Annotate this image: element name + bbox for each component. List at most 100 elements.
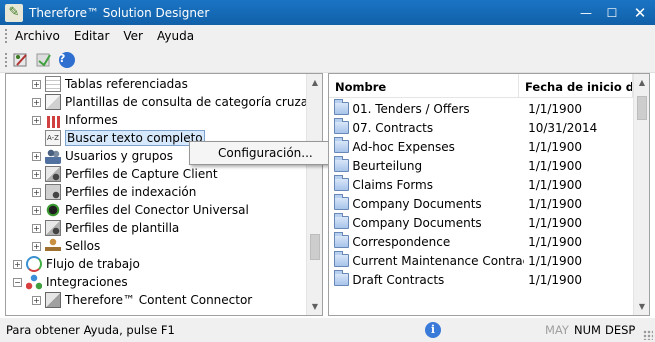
item-name: 07. Contracts [352, 120, 434, 135]
item-name: Claims Forms [352, 177, 433, 192]
list-item[interactable]: Company Documents 1/1/1900 [329, 194, 633, 213]
scroll-thumb[interactable] [310, 234, 320, 260]
expand-icon[interactable]: + [32, 115, 41, 125]
minimize-button[interactable]: — [573, 0, 599, 25]
tree-scrollbar[interactable]: ▲ ▼ [306, 74, 322, 315]
list-item[interactable]: Ad-hoc Expenses 1/1/1900 [329, 137, 633, 156]
expand-icon[interactable]: + [32, 151, 41, 161]
tree-item-label: Integraciones [46, 275, 128, 289]
capture-client-icon [45, 166, 61, 182]
close-button[interactable]: ✕ [625, 0, 655, 25]
list-item[interactable]: 07. Contracts 10/31/2014 [329, 118, 633, 137]
tree-item-flujo-trabajo[interactable]: + Flujo de trabajo [13, 255, 140, 273]
tree-item-label: Perfiles de plantilla [65, 221, 180, 235]
list-item[interactable]: Beurteilung 1/1/1900 [329, 156, 633, 175]
tree-item-label: Flujo de trabajo [46, 257, 140, 271]
expand-icon[interactable]: + [32, 223, 41, 233]
designer-tool-button[interactable] [11, 50, 31, 70]
expand-icon[interactable]: + [32, 295, 41, 305]
deploy-tool-button[interactable] [34, 50, 54, 70]
tree-item-plantillas-consulta[interactable]: + Plantillas de consulta de categoría cr… [32, 93, 306, 111]
tree-item-label: Perfiles de indexación [65, 185, 197, 199]
menu-bar: Archivo Editar Ver Ayuda [0, 25, 655, 47]
tree-item-buscar-texto[interactable]: A-Z Buscar texto completo [32, 129, 205, 147]
scroll-down-icon[interactable]: ▼ [307, 298, 322, 315]
scroll-up-icon[interactable]: ▲ [634, 74, 649, 91]
resize-grip[interactable] [643, 330, 653, 340]
app-logo-icon: ✎ [5, 3, 23, 22]
tree-item-usuarios[interactable]: + Usuarios y grupos [32, 147, 173, 165]
folder-icon [334, 175, 350, 191]
column-header-fecha[interactable]: Fecha de inicio de ín [519, 74, 633, 98]
item-name: Company Documents [352, 215, 482, 230]
maximize-button[interactable]: ☐ [599, 0, 625, 25]
scroll-thumb[interactable] [637, 96, 647, 120]
table-icon [45, 76, 61, 92]
item-name: Current Maintenance Contracts [352, 253, 525, 268]
tree-item-tablas[interactable]: + Tablas referenciadas [32, 75, 188, 93]
tree-item-sellos[interactable]: + Sellos [32, 237, 100, 255]
folder-icon [334, 156, 350, 172]
tree-item-label: Perfiles de Capture Client [65, 167, 218, 181]
expand-icon[interactable]: + [32, 241, 41, 251]
list-item[interactable]: Company Documents 1/1/1900 [329, 213, 633, 232]
folder-icon [334, 213, 350, 229]
list-item[interactable]: Correspondence 1/1/1900 [329, 232, 633, 251]
tree-item-label: Plantillas de consulta de categoría cruz… [65, 95, 306, 109]
list-item[interactable]: Claims Forms 1/1/1900 [329, 175, 633, 194]
list-item[interactable]: 01. Tenders / Offers 1/1/1900 [329, 99, 633, 118]
fulltext-search-icon: A-Z [45, 130, 61, 146]
indexing-icon [45, 184, 61, 200]
tree-item-label: Informes [65, 113, 118, 127]
list-scrollbar[interactable]: ▲ ▼ [633, 74, 649, 315]
designer-icon [13, 53, 27, 66]
template-icon [45, 94, 61, 110]
expand-icon[interactable]: + [32, 187, 41, 197]
window-title: Therefore™ Solution Designer [29, 5, 210, 20]
caps-lock-indicator: MAY [545, 323, 569, 337]
menu-ver[interactable]: Ver [116, 29, 150, 43]
list-item[interactable]: Draft Contracts 1/1/1900 [329, 270, 633, 289]
item-date: 1/1/1900 [528, 272, 582, 287]
context-menu-configuracion[interactable]: Configuración... [218, 146, 313, 160]
tree-item-indexacion[interactable]: + Perfiles de indexación [32, 183, 196, 201]
title-bar: ✎ Therefore™ Solution Designer — ☐ ✕ [0, 0, 655, 25]
tree-item-label: Tablas referenciadas [65, 77, 188, 91]
tree-item-integraciones[interactable]: − Integraciones [13, 273, 128, 291]
column-header-nombre[interactable]: Nombre [329, 74, 519, 98]
expand-icon[interactable]: + [13, 259, 22, 269]
tree-pane: + Tablas referenciadas + Plantillas de c… [5, 73, 323, 316]
scroll-up-icon[interactable]: ▲ [307, 74, 322, 91]
expand-icon[interactable]: + [32, 169, 41, 179]
item-date: 1/1/1900 [528, 253, 582, 268]
expand-icon[interactable]: + [32, 79, 41, 89]
tree-item-conector-universal[interactable]: + Perfiles del Conector Universal [32, 201, 249, 219]
tree-item-content-connector[interactable]: + Therefore™ Content Connector [32, 291, 252, 309]
scroll-lock-indicator: DESP [605, 323, 636, 337]
list-header: Nombre Fecha de inicio de ín [329, 74, 649, 98]
integrations-icon [26, 274, 42, 290]
menu-ayuda[interactable]: Ayuda [150, 29, 201, 43]
info-icon: i [425, 322, 441, 338]
expand-icon[interactable]: + [32, 205, 41, 215]
menu-archivo[interactable]: Archivo [8, 29, 67, 43]
folder-icon [334, 118, 350, 134]
help-button[interactable]: ? [57, 50, 77, 70]
tree-item-perfiles-plantilla[interactable]: + Perfiles de plantilla [32, 219, 179, 237]
collapse-icon[interactable]: − [13, 277, 22, 287]
menu-editar[interactable]: Editar [67, 29, 117, 43]
expand-icon[interactable]: + [32, 97, 41, 107]
tree-item-label: Buscar texto completo [65, 130, 205, 146]
folder-icon [334, 232, 350, 248]
status-bar: Para obtener Ayuda, pulse F1 i MAY NUM D… [0, 318, 655, 342]
tree-item-informes[interactable]: + Informes [32, 111, 118, 129]
item-name: Draft Contracts [352, 272, 445, 287]
item-date: 10/31/2014 [528, 120, 598, 135]
num-lock-indicator: NUM [574, 323, 601, 337]
report-icon [45, 116, 61, 128]
tree-item-capture-client[interactable]: + Perfiles de Capture Client [32, 165, 218, 183]
scroll-down-icon[interactable]: ▼ [634, 298, 649, 315]
list-item[interactable]: Current Maintenance Contracts 1/1/1900 [329, 251, 633, 270]
item-name: Ad-hoc Expenses [352, 139, 455, 154]
template-profile-icon [45, 220, 61, 236]
